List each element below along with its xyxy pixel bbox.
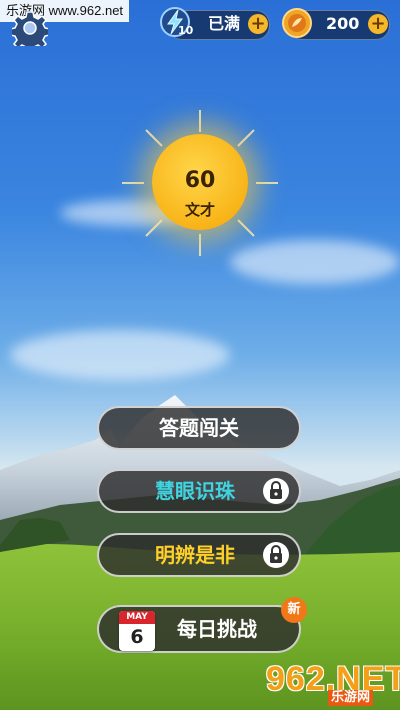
true-false-label: 明辨是非 <box>155 543 235 567</box>
game-home-screen: 乐游网 www.962.net 10 已满 + 200 + 60 文才 答题闯关… <box>0 0 400 710</box>
answer-challenge-button[interactable]: 答题闯关 <box>97 406 301 450</box>
score-value: 60 <box>184 168 216 193</box>
add-coins-button[interactable]: + <box>368 14 388 34</box>
answer-challenge-label: 答题闯关 <box>159 416 239 440</box>
calendar-day: 6 <box>130 626 144 648</box>
coin-value: 200 <box>326 14 360 33</box>
site-logo: 962.NET 乐游网 <box>262 660 400 706</box>
gear-icon[interactable] <box>12 10 48 46</box>
calendar-icon: MAY 6 <box>119 611 155 651</box>
true-false-button[interactable]: 明辨是非 <box>97 533 301 577</box>
daily-challenge-label: 每日挑战 <box>177 617 257 641</box>
rank-title: 文才 <box>184 201 215 219</box>
sharp-eyes-button[interactable]: 慧眼识珠 <box>97 469 301 513</box>
site-logo-sub: 乐游网 <box>328 690 374 706</box>
lock-icon <box>263 542 289 568</box>
add-energy-button[interactable]: + <box>248 14 268 34</box>
cloud <box>10 330 230 380</box>
energy-count: 10 <box>178 24 194 37</box>
new-badge: 新 <box>281 597 307 623</box>
sharp-eyes-label: 慧眼识珠 <box>155 479 235 503</box>
daily-challenge-button[interactable]: MAY 6 每日挑战 <box>97 605 301 653</box>
coin-icon <box>282 8 312 38</box>
energy-status: 已满 <box>208 14 241 33</box>
lock-icon <box>263 478 289 504</box>
calendar-month: MAY <box>119 611 155 624</box>
